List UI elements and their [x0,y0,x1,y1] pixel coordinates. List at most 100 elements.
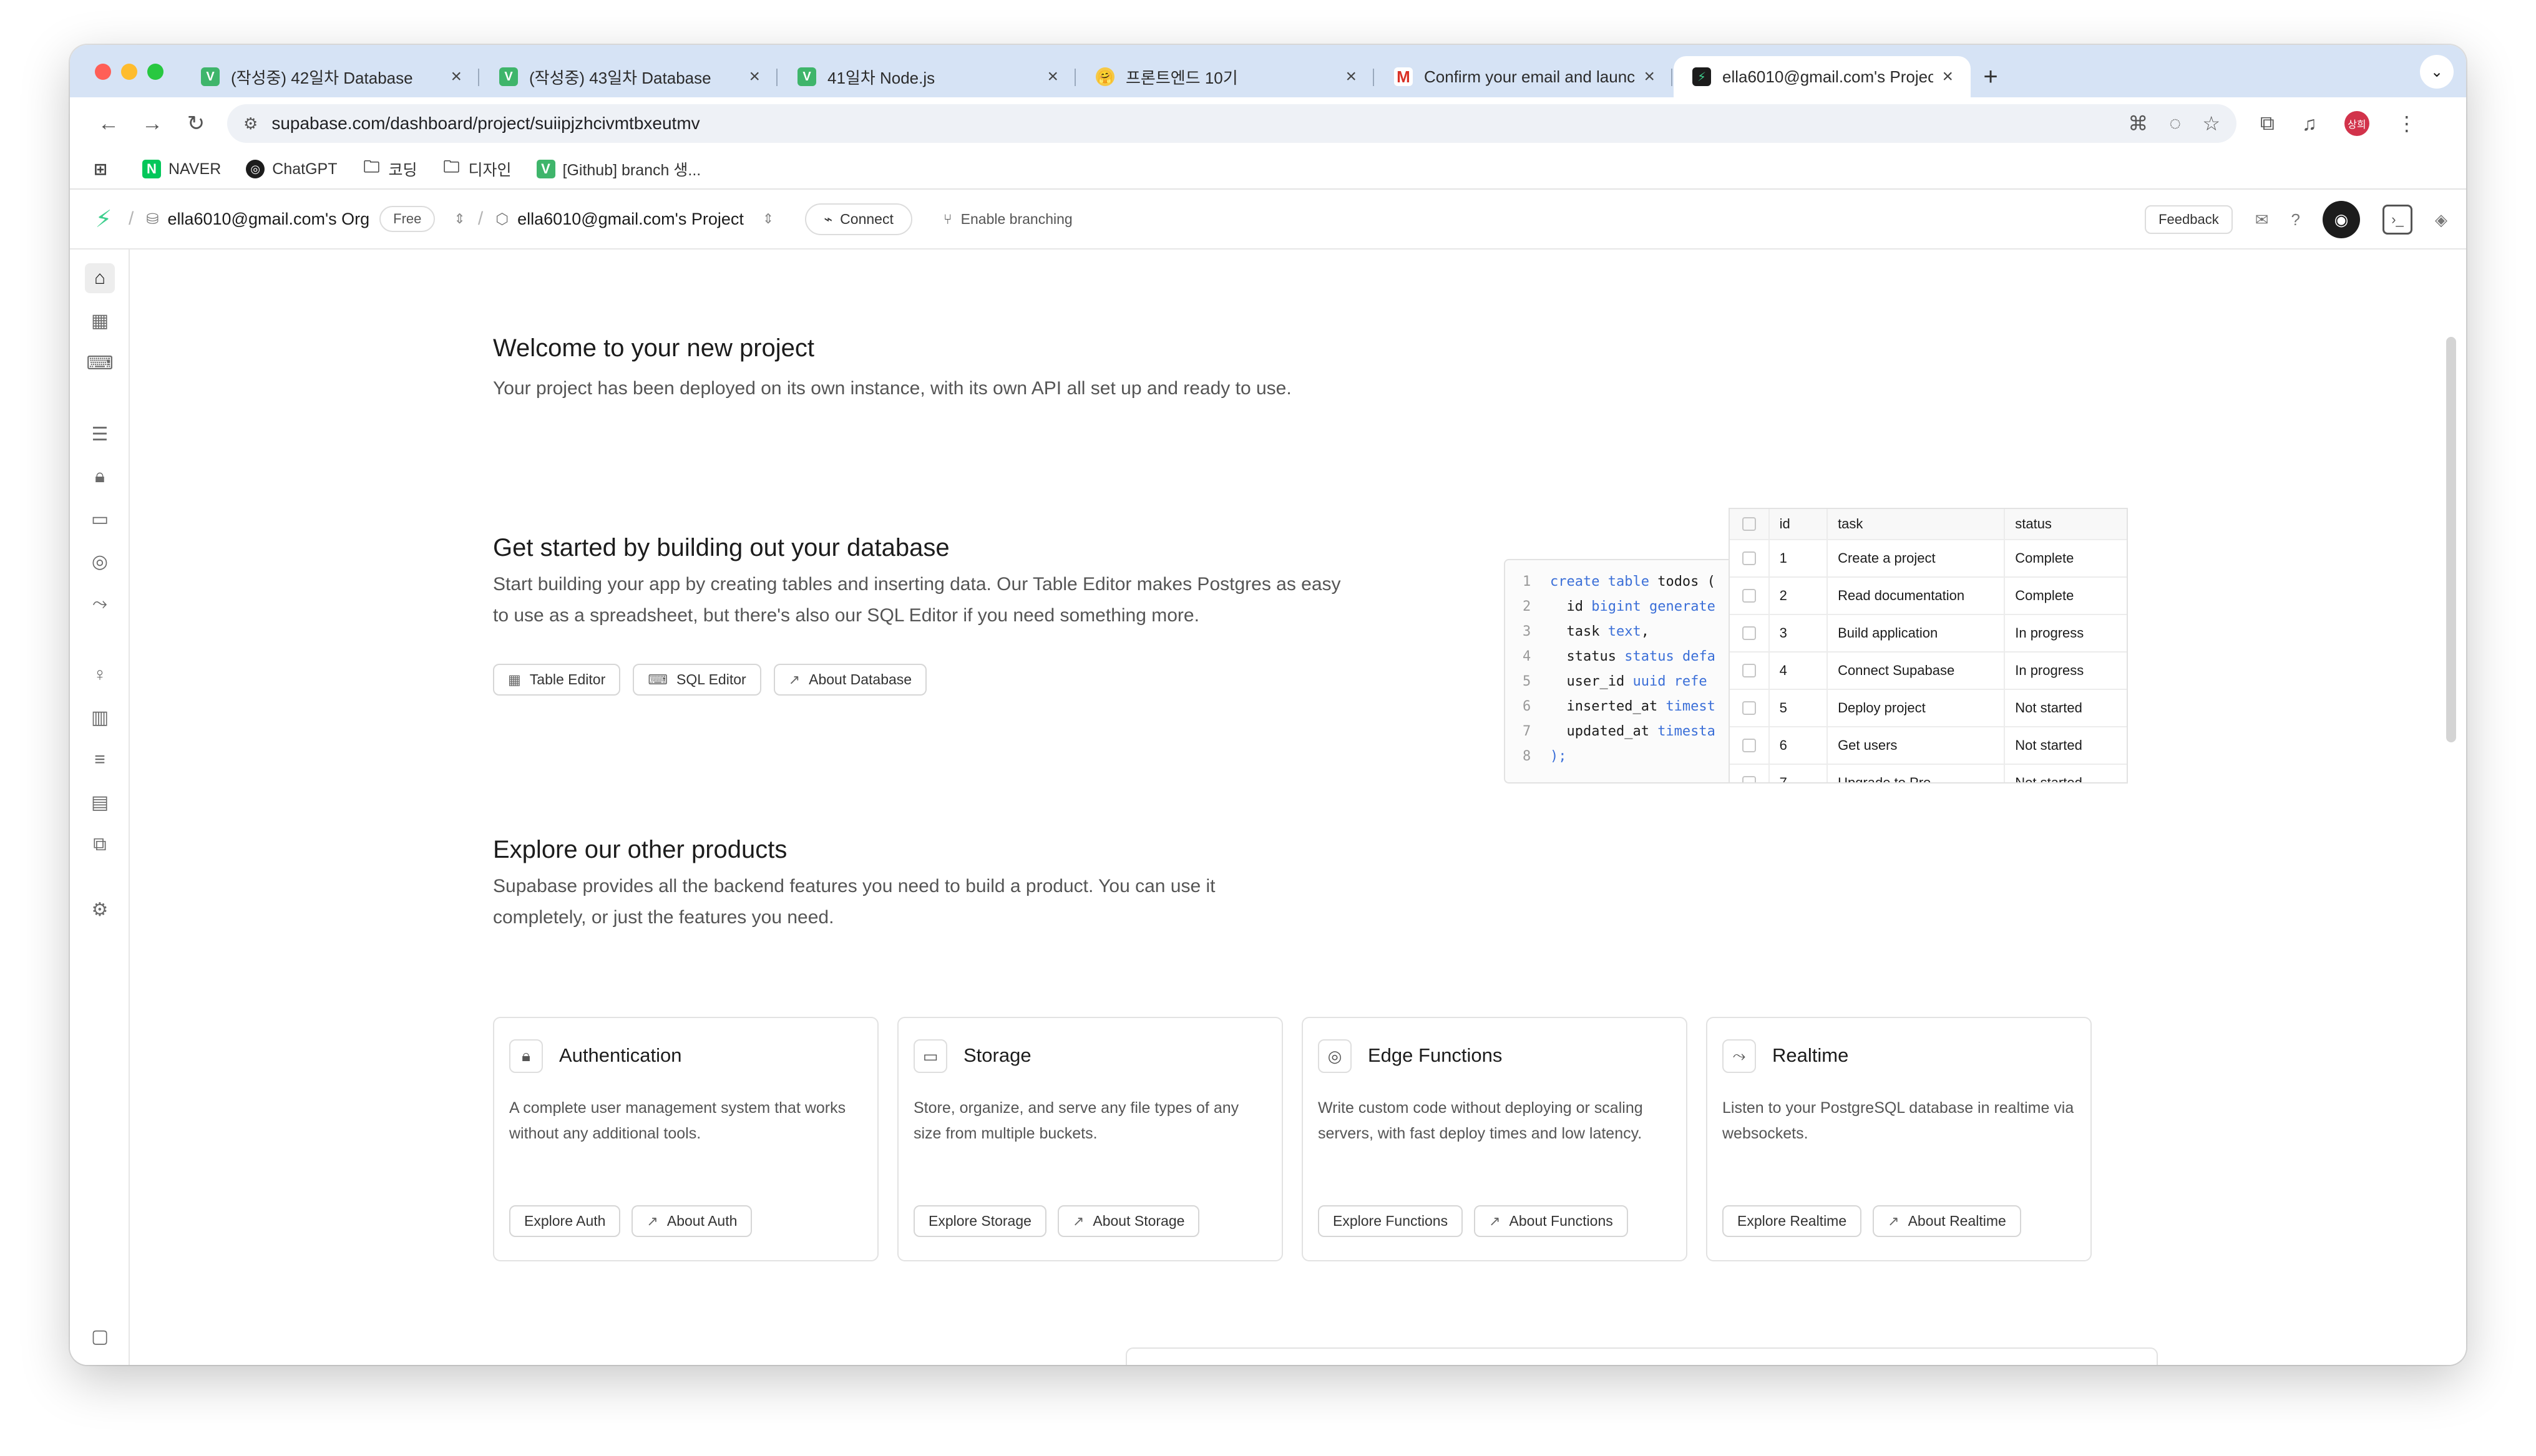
integrations-icon[interactable]: ⧉ [85,830,115,860]
about-realtime-button[interactable]: ↗ About Realtime [1873,1205,2021,1237]
browser-tab[interactable]: M Confirm your email and launc × [1375,56,1672,97]
user-avatar[interactable]: ◉ [2323,201,2360,238]
database-description-line1: Start building your app by creating tabl… [493,574,1341,595]
about-functions-button[interactable]: ↗ About Functions [1474,1205,1628,1237]
tab-close-icon[interactable]: × [451,66,462,87]
functions-icon: ◎ [1318,1039,1352,1073]
minimize-window-button[interactable] [121,64,137,80]
explore-realtime-button[interactable]: Explore Realtime [1722,1205,1862,1237]
auth-lock-icon[interactable]: 🔒︎ [85,462,115,492]
assistant-icon[interactable]: ◈ [2435,210,2447,230]
forward-arrow-icon[interactable]: → [132,104,172,143]
about-storage-button[interactable]: ↗ About Storage [1057,1205,1200,1237]
address-bar[interactable]: ⚙ supabase.com/dashboard/project/suiipjz… [227,104,2236,143]
tab-close-icon[interactable]: × [1345,66,1357,87]
browser-tab-active[interactable]: ⚡ ella6010@gmail.com's Projec × [1674,56,1971,97]
project-switcher-chevron-icon[interactable]: ⇕ [763,211,774,227]
eye-off-icon[interactable]: ◌ [2169,112,2181,135]
translate-icon[interactable]: ⌘ [2128,112,2148,135]
browser-tab[interactable]: V (작성중) 43일차 Database × [480,56,778,97]
checkbox [1730,727,1770,764]
tab-search-icon[interactable]: ⌄ [2420,55,2454,89]
connect-button[interactable]: ⌁ Connect [805,203,912,235]
new-tab-button[interactable]: + [1972,56,2009,97]
supabase-logo-icon[interactable]: ⚡ [91,206,116,233]
browser-tab[interactable]: V (작성중) 42일차 Database × [182,56,479,97]
inbox-icon[interactable]: ✉ [2255,210,2269,230]
browser-tab[interactable]: 🤗 프론트엔드 10기 × [1077,56,1374,97]
table-editor-icon[interactable]: ▦ [85,306,115,336]
button-label: About Database [809,671,912,687]
database-icon[interactable]: ☰ [85,419,115,449]
apps-grid-icon[interactable]: ⊞ [91,160,117,178]
profile-avatar-icon[interactable]: 상희 [2344,111,2369,136]
code-type: timest [1665,699,1715,714]
enable-branching-button[interactable]: ⑂ Enable branching [944,211,1073,228]
settings-gear-icon[interactable]: ⚙ [85,895,115,925]
checkbox [1730,690,1770,726]
cell-id: 4 [1770,653,1828,689]
products-section-title: Explore our other products [493,836,788,863]
advisors-lightbulb-icon[interactable]: ♀ [85,660,115,690]
site-settings-icon[interactable]: ⚙ [243,114,258,133]
storage-icon[interactable]: ▭ [85,504,115,534]
window-controls [95,64,163,80]
explore-storage-button[interactable]: Explore Storage [914,1205,1046,1237]
code-text: , [1641,624,1649,639]
terminal-icon[interactable]: ›_ [2382,205,2412,235]
browser-window: V (작성중) 42일차 Database × V (작성중) 43일차 Dat… [70,45,2466,1365]
sidebar: ⌂ ▦ ⌨ ☰ 🔒︎ ▭ ◎ ⤳ ♀ ▥ ≡ ▤ ⧉ ⚙ ▢ [70,250,130,1365]
cell-id: 2 [1770,578,1828,614]
bookmark-folder-design[interactable]: 🗀 디자인 [442,157,511,180]
bookmark-chatgpt[interactable]: ◎ ChatGPT [246,160,337,178]
org-switcher-chevron-icon[interactable]: ⇕ [454,211,465,227]
feedback-button[interactable]: Feedback [2145,205,2233,234]
line-number: 1 [1523,574,1531,590]
bookmark-github-branch[interactable]: V [Github] branch 생... [536,158,701,180]
button-label: About Storage [1093,1213,1185,1229]
code-type: status [1624,649,1674,664]
collapse-sidebar-icon[interactable]: ▢ [85,1321,115,1351]
org-name[interactable]: ella6010@gmail.com's Org [167,210,369,229]
tab-close-icon[interactable]: × [1047,66,1058,87]
tab-close-icon[interactable]: × [749,66,760,87]
edge-functions-icon[interactable]: ◎ [85,546,115,576]
tab-close-icon[interactable]: × [1942,66,1953,87]
tab-title: (작성중) 43일차 Database [529,68,711,87]
logs-list-icon[interactable]: ≡ [85,745,115,775]
sql-editor-button[interactable]: ⌨ SQL Editor [633,664,761,696]
bookmark-folder-coding[interactable]: 🗀 코딩 [362,157,417,180]
help-icon[interactable]: ? [2291,210,2300,230]
reports-chart-icon[interactable]: ▥ [85,702,115,732]
table-row: 5 Deploy project Not started [1730,690,2127,727]
explore-auth-button[interactable]: Explore Auth [509,1205,621,1237]
back-arrow-icon[interactable]: ← [89,104,129,143]
home-icon[interactable]: ⌂ [85,263,115,293]
about-auth-button[interactable]: ↗ About Auth [632,1205,753,1237]
media-controls-icon[interactable]: ♫ [2302,112,2317,135]
tab-close-icon[interactable]: × [1644,66,1655,87]
browser-tab[interactable]: V 41일차 Node.js × [779,56,1076,97]
bookmark-naver[interactable]: N NAVER [142,160,221,178]
page-scrollbar[interactable] [2446,337,2456,742]
column-header: status [2015,516,2052,531]
realtime-icon: ⤳ [1722,1039,1756,1073]
bookmark-label: 코딩 [388,162,417,179]
sql-editor-icon[interactable]: ⌨ [85,348,115,378]
maximize-window-button[interactable] [147,64,163,80]
bookmark-star-icon[interactable]: ☆ [2202,112,2220,135]
extensions-icon[interactable]: ⧉ [2260,112,2275,135]
reload-icon[interactable]: ↻ [176,104,216,143]
sql-code-preview: 1 create table todos ( 2 id bigint genera… [1504,559,1741,784]
close-window-button[interactable] [95,64,111,80]
browser-menu-icon[interactable]: ⋮ [2397,112,2417,135]
api-docs-icon[interactable]: ▤ [85,787,115,817]
explore-functions-button[interactable]: Explore Functions [1318,1205,1463,1237]
table-editor-button[interactable]: ▦ Table Editor [493,664,621,696]
database-buttons: ▦ Table Editor ⌨ SQL Editor ↗ About Data… [493,664,927,696]
next-section-preview [1126,1347,2158,1365]
about-database-button[interactable]: ↗ About Database [773,664,927,696]
card-description: Listen to your PostgreSQL database in re… [1722,1099,2074,1142]
realtime-icon[interactable]: ⤳ [85,589,115,619]
project-name[interactable]: ella6010@gmail.com's Project [517,210,744,229]
